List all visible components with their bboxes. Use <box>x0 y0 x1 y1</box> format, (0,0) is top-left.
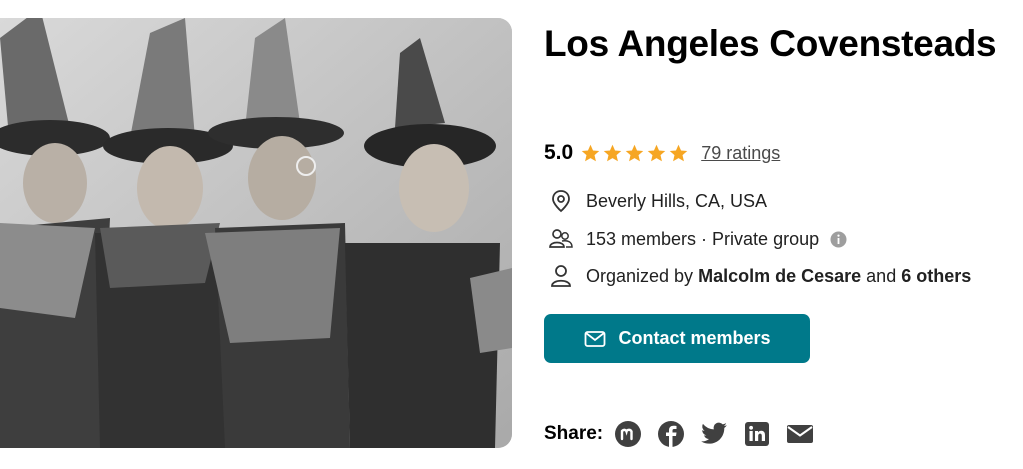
group-photo <box>0 18 512 448</box>
mail-icon <box>583 327 607 351</box>
organized-by-label: Organized by <box>586 265 694 286</box>
info-icon[interactable] <box>830 231 847 248</box>
rating-score: 5.0 <box>544 141 574 164</box>
person-icon <box>546 261 576 291</box>
other-organizers[interactable]: 6 others <box>901 266 971 287</box>
rating-stars <box>580 143 689 164</box>
star-icon <box>669 144 688 161</box>
ratings-link[interactable]: 79 ratings <box>701 143 780 164</box>
organizer-name[interactable]: Malcolm de Cesare <box>698 266 861 287</box>
location-pin-icon <box>546 186 576 216</box>
members-text: 153 members · Private group <box>586 228 820 249</box>
contact-members-button[interactable]: Contact members <box>544 314 810 363</box>
location-text: Beverly Hills, CA, USA <box>586 190 768 211</box>
organizer-row: Organized by Malcolm de Cesare and 6 oth… <box>544 260 971 292</box>
linkedin-icon[interactable] <box>742 419 772 449</box>
facebook-icon[interactable] <box>656 419 686 449</box>
witches-photo-icon <box>0 18 512 448</box>
members-icon <box>546 224 576 254</box>
members-row: 153 members · Private group <box>544 223 847 255</box>
location-row: Beverly Hills, CA, USA <box>544 185 767 217</box>
rating-row: 5.0 79 ratings <box>544 136 780 170</box>
group-title: Los Angeles Covensteads <box>544 23 997 64</box>
twitter-icon[interactable] <box>699 419 729 449</box>
star-icon <box>603 144 622 161</box>
organized-and: and <box>866 265 897 286</box>
star-icon <box>625 144 644 161</box>
star-icon <box>647 144 666 161</box>
share-label: Share: <box>544 423 604 444</box>
email-icon[interactable] <box>785 419 815 449</box>
contact-members-label: Contact members <box>618 328 771 348</box>
star-icon <box>581 144 600 161</box>
share-row: Share: <box>544 418 828 450</box>
meetup-icon[interactable] <box>613 419 643 449</box>
